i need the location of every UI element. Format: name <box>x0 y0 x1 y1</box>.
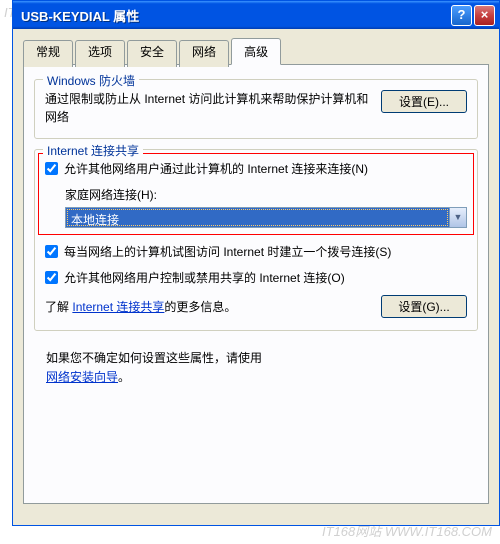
titlebar-text: USB-KEYDIAL 属性 <box>17 6 449 25</box>
close-button[interactable]: × <box>474 5 495 26</box>
highlight-frame: 允许其他网络用户通过此计算机的 Internet 连接来连接(N) 家庭网络连接… <box>38 153 474 235</box>
allow-connect-row: 允许其他网络用户通过此计算机的 Internet 连接来连接(N) <box>45 160 467 178</box>
allow-control-checkbox[interactable] <box>45 271 58 284</box>
tab-security[interactable]: 安全 <box>127 40 177 67</box>
ics-help-link[interactable]: Internet 连接共享 <box>72 300 164 314</box>
learn-more-text: 了解 Internet 连接共享的更多信息。 <box>45 298 236 315</box>
tab-options[interactable]: 选项 <box>75 40 125 67</box>
tab-advanced[interactable]: 高级 <box>231 38 281 65</box>
home-network-value: 本地连接 <box>66 208 449 227</box>
tab-network[interactable]: 网络 <box>179 40 229 67</box>
firewall-group: Windows 防火墙 通过限制或防止从 Internet 访问此计算机来帮助保… <box>34 79 478 139</box>
firewall-description: 通过限制或防止从 Internet 访问此计算机来帮助保护计算机和网络 <box>45 90 373 126</box>
allow-control-label: 允许其他网络用户控制或禁用共享的 Internet 连接(O) <box>64 269 467 287</box>
dial-on-demand-checkbox[interactable] <box>45 245 58 258</box>
help-button[interactable]: ? <box>451 5 472 26</box>
home-network-combobox[interactable]: 本地连接 ▼ <box>65 207 467 228</box>
allow-connect-label: 允许其他网络用户通过此计算机的 Internet 连接来连接(N) <box>64 160 467 178</box>
network-setup-wizard-link[interactable]: 网络安装向导 <box>46 370 118 384</box>
firewall-group-title: Windows 防火墙 <box>43 72 139 89</box>
ics-settings-button[interactable]: 设置(G)... <box>381 295 467 318</box>
ics-group-title: Internet 连接共享 <box>43 142 143 159</box>
properties-dialog: USB-KEYDIAL 属性 ? × 常规 选项 安全 网络 高级 Window… <box>12 0 500 526</box>
allow-control-row: 允许其他网络用户控制或禁用共享的 Internet 连接(O) <box>45 269 467 287</box>
learn-more-row: 了解 Internet 连接共享的更多信息。 设置(G)... <box>45 295 467 318</box>
tab-panel: Windows 防火墙 通过限制或防止从 Internet 访问此计算机来帮助保… <box>23 64 489 504</box>
ics-group: Internet 连接共享 允许其他网络用户通过此计算机的 Internet 连… <box>34 149 478 331</box>
dial-on-demand-label: 每当网络上的计算机试图访问 Internet 时建立一个拨号连接(S) <box>64 243 467 261</box>
firewall-settings-button[interactable]: 设置(E)... <box>381 90 467 113</box>
tab-strip: 常规 选项 安全 网络 高级 <box>23 38 489 65</box>
dial-on-demand-row: 每当网络上的计算机试图访问 Internet 时建立一个拨号连接(S) <box>45 243 467 261</box>
tab-general[interactable]: 常规 <box>23 40 73 67</box>
titlebar[interactable]: USB-KEYDIAL 属性 ? × <box>13 1 499 29</box>
wizard-hint: 如果您不确定如何设置这些属性，请使用 网络安装向导。 <box>46 349 478 387</box>
home-network-label: 家庭网络连接(H): <box>65 186 467 203</box>
dialog-body: 常规 选项 安全 网络 高级 Windows 防火墙 通过限制或防止从 Inte… <box>13 29 499 525</box>
allow-connect-checkbox[interactable] <box>45 162 58 175</box>
chevron-down-icon[interactable]: ▼ <box>449 208 466 227</box>
